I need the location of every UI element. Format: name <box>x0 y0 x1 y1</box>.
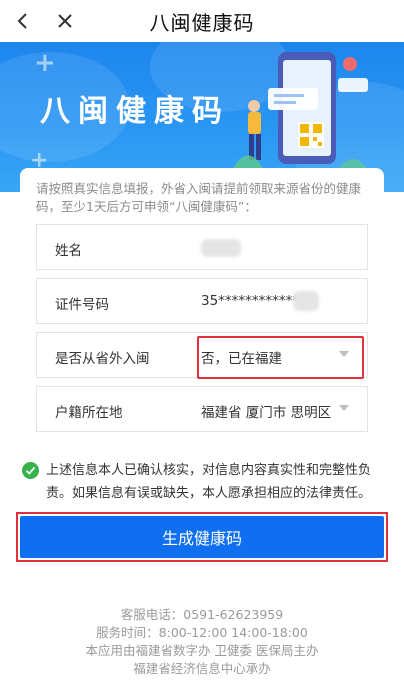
nav-bar: 八闽健康码 <box>0 0 404 42</box>
footer-hours: 服务时间：8:00-12:00 14:00-18:00 <box>96 625 308 640</box>
check-icon[interactable] <box>22 462 39 479</box>
redacted-name <box>201 239 241 257</box>
id-number-field[interactable]: 证件号码 35************* <box>36 278 368 324</box>
name-label: 姓名 <box>55 243 82 259</box>
household-field[interactable]: 户籍所在地 福建省 厦门市 思明区 <box>36 386 368 432</box>
chevron-down-icon[interactable] <box>339 405 349 411</box>
page-title: 八闽健康码 <box>149 11 255 35</box>
redacted-id <box>293 291 319 311</box>
household-value[interactable]: 福建省 厦门市 思明区 <box>201 401 331 421</box>
from-outside-label: 是否从省外入闽 <box>55 351 150 367</box>
consent-text: 上述信息本人已确认核实，对信息内容真实性和完整性负责。如果信息有误或缺失，本人愿… <box>46 463 372 501</box>
plus-icon: + <box>34 48 56 78</box>
selection-highlight <box>197 336 364 379</box>
id-number-label: 证件号码 <box>55 297 109 313</box>
household-label: 户籍所在地 <box>55 405 123 421</box>
footer: 客服电话：0591-62623959 服务时间：8:00-12:00 14:00… <box>0 606 404 678</box>
generate-code-button[interactable]: 生成健康码 <box>20 516 384 558</box>
id-number-value: 35************* <box>201 293 306 309</box>
banner-title: 八闽健康码 <box>40 94 230 129</box>
footer-hotline: 客服电话：0591-62623959 <box>120 607 284 622</box>
intro-text: 请按照真实信息填报，外省入闽请提前领取来源省份的健康码，至少1天后方可申领“八闽… <box>36 181 362 214</box>
footer-sponsor: 本应用由福建省数字办 卫健委 医保局主办 <box>85 643 319 658</box>
name-field[interactable]: 姓名 <box>36 224 368 270</box>
footer-operator: 福建省经济信息中心承办 <box>133 661 271 676</box>
phone-qr-illustration <box>233 52 368 170</box>
